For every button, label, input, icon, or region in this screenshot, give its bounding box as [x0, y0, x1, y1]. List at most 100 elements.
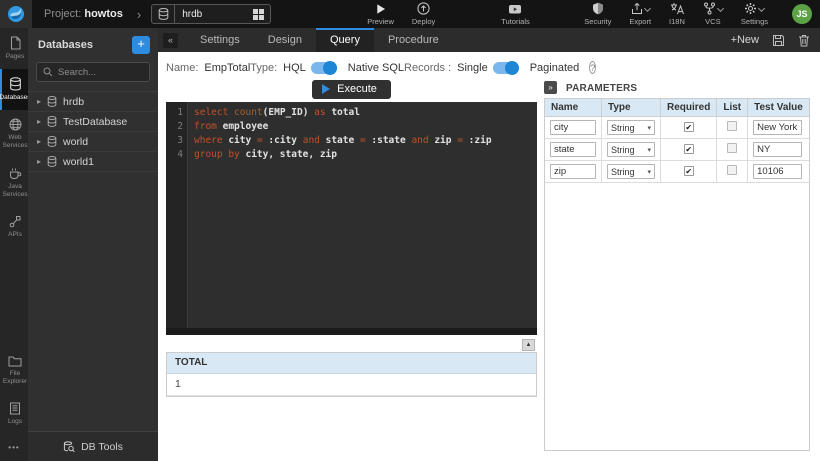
vcs-button[interactable]: VCS: [703, 2, 723, 26]
export-icon: [631, 2, 643, 15]
records-toggle[interactable]: [493, 62, 519, 74]
search-icon: [43, 67, 53, 77]
param-type-select[interactable]: String▾: [607, 164, 655, 179]
db-tree-item-hrdb[interactable]: ▸ hrdb: [28, 92, 158, 112]
results-col-header: TOTAL: [167, 353, 536, 373]
database-icon: [9, 77, 22, 91]
left-rail: Pages Databases Web Services Java Servic…: [0, 28, 28, 461]
param-list-checkbox[interactable]: [727, 121, 737, 131]
db-tree-item-world1[interactable]: ▸ world1: [28, 152, 158, 172]
db-name: world: [63, 136, 88, 148]
project-name: howtos: [84, 8, 123, 20]
line-number: 1: [166, 106, 183, 120]
param-type-select[interactable]: String▾: [607, 120, 655, 135]
database-icon: [47, 156, 57, 167]
database-icon: [47, 116, 57, 127]
results-cell: 1: [167, 374, 536, 395]
param-test-value-input[interactable]: [753, 164, 802, 179]
type-toggle[interactable]: [311, 62, 337, 74]
project-breadcrumb[interactable]: Project: howtos: [44, 8, 123, 20]
databases-panel: Databases + ▸ hrdb ▸ TestDatabase ▸ worl…: [28, 28, 158, 461]
database-search[interactable]: [36, 62, 150, 82]
preview-button[interactable]: Preview: [367, 3, 394, 26]
expand-parameters-icon[interactable]: »: [544, 81, 557, 94]
editor-scrollbar[interactable]: [166, 328, 537, 335]
chevron-down-icon: [644, 5, 651, 12]
delete-icon[interactable]: [798, 34, 810, 47]
sql-code[interactable]: select count(EMP_ID) as totalfrom employ…: [188, 102, 537, 335]
settings-button[interactable]: Settings: [741, 2, 768, 26]
param-col-header: Type: [602, 99, 661, 117]
tab-query[interactable]: Query: [316, 28, 374, 52]
records-off-label: Single: [457, 62, 488, 74]
tutorials-button[interactable]: Tutorials: [501, 3, 529, 26]
rail-item-java-services[interactable]: Java Services: [0, 159, 28, 207]
rail-item-file-explorer[interactable]: File Explorer: [0, 347, 28, 394]
rail-item-logs[interactable]: Logs: [0, 394, 28, 434]
preview-label: Preview: [367, 17, 394, 26]
rail-item-databases[interactable]: Databases: [0, 69, 28, 110]
database-search-input[interactable]: [58, 67, 143, 78]
i18n-label: I18N: [669, 17, 685, 26]
expand-caret-icon[interactable]: ▸: [37, 117, 41, 126]
save-icon[interactable]: [772, 34, 785, 47]
expand-caret-icon[interactable]: ▸: [37, 137, 41, 146]
grid-view-icon[interactable]: [253, 9, 264, 20]
new-query-button[interactable]: +New: [731, 34, 759, 46]
param-required-checkbox[interactable]: ✔: [684, 122, 694, 132]
param-name-input[interactable]: [550, 142, 596, 157]
collapse-panel-button[interactable]: «: [163, 33, 178, 48]
export-label: Export: [629, 17, 651, 26]
query-controls: Name: EmpTotal Type: HQL Native SQL Reco…: [166, 52, 537, 78]
parameters-table-container: NameTypeRequiredListTest Value String▾ ✔…: [544, 98, 810, 451]
param-required-checkbox[interactable]: ✔: [684, 144, 694, 154]
db-tools-button[interactable]: DB Tools: [28, 431, 158, 461]
user-avatar[interactable]: JS: [792, 4, 812, 24]
param-name-input[interactable]: [550, 120, 596, 135]
records-label: Records :: [404, 62, 451, 74]
rail-item-web-services[interactable]: Web Services: [0, 110, 28, 158]
rail-label: Java Services: [3, 183, 28, 199]
rail-item-apis[interactable]: APIs: [0, 207, 28, 247]
type-on-label: Native SQL: [348, 62, 404, 74]
security-button[interactable]: Security: [584, 2, 611, 26]
line-number: 2: [166, 120, 183, 134]
i18n-button[interactable]: I18N: [669, 2, 685, 26]
tab-settings[interactable]: Settings: [186, 28, 254, 52]
deploy-button[interactable]: Deploy: [412, 2, 435, 26]
chevron-down-icon: ▾: [647, 124, 651, 132]
collapse-results-icon[interactable]: ▲: [522, 339, 535, 351]
expand-caret-icon[interactable]: ▸: [37, 97, 41, 106]
tab-procedure[interactable]: Procedure: [374, 28, 453, 52]
db-tree-item-TestDatabase[interactable]: ▸ TestDatabase: [28, 112, 158, 132]
param-type-select[interactable]: String▾: [607, 142, 655, 157]
type-label: Type:: [250, 62, 277, 74]
sql-editor[interactable]: 1234 select count(EMP_ID) as totalfrom e…: [166, 102, 537, 335]
db-tree-item-world[interactable]: ▸ world: [28, 132, 158, 152]
param-name-input[interactable]: [550, 164, 596, 179]
param-list-checkbox[interactable]: [727, 143, 737, 153]
results-header-row: TOTAL: [167, 353, 536, 374]
line-number-gutter: 1234: [166, 102, 188, 335]
database-selector[interactable]: hrdb: [151, 4, 271, 24]
export-button[interactable]: Export: [629, 2, 651, 26]
rail-more-button[interactable]: •••: [0, 434, 28, 461]
rail-item-pages[interactable]: Pages: [0, 28, 28, 69]
param-test-value-input[interactable]: [753, 142, 802, 157]
type-off-label: HQL: [283, 62, 306, 74]
param-list-checkbox[interactable]: [727, 165, 737, 175]
add-database-button[interactable]: +: [132, 36, 150, 54]
chevron-down-icon: [758, 5, 765, 12]
param-required-checkbox[interactable]: ✔: [684, 166, 694, 176]
expand-caret-icon[interactable]: ▸: [37, 157, 41, 166]
query-name-value[interactable]: EmpTotal: [204, 62, 250, 74]
tabbar: « SettingsDesignQueryProcedure +New: [158, 28, 820, 52]
topbar: Project: howtos › hrdb Preview Deploy Tu…: [0, 0, 820, 28]
execute-button[interactable]: Execute: [312, 80, 391, 99]
param-test-value-input[interactable]: [753, 120, 802, 135]
db-name: TestDatabase: [63, 116, 127, 128]
app-logo[interactable]: [0, 0, 32, 28]
play-icon: [322, 84, 330, 94]
param-row: String▾ ✔: [545, 117, 809, 139]
tab-design[interactable]: Design: [254, 28, 316, 52]
